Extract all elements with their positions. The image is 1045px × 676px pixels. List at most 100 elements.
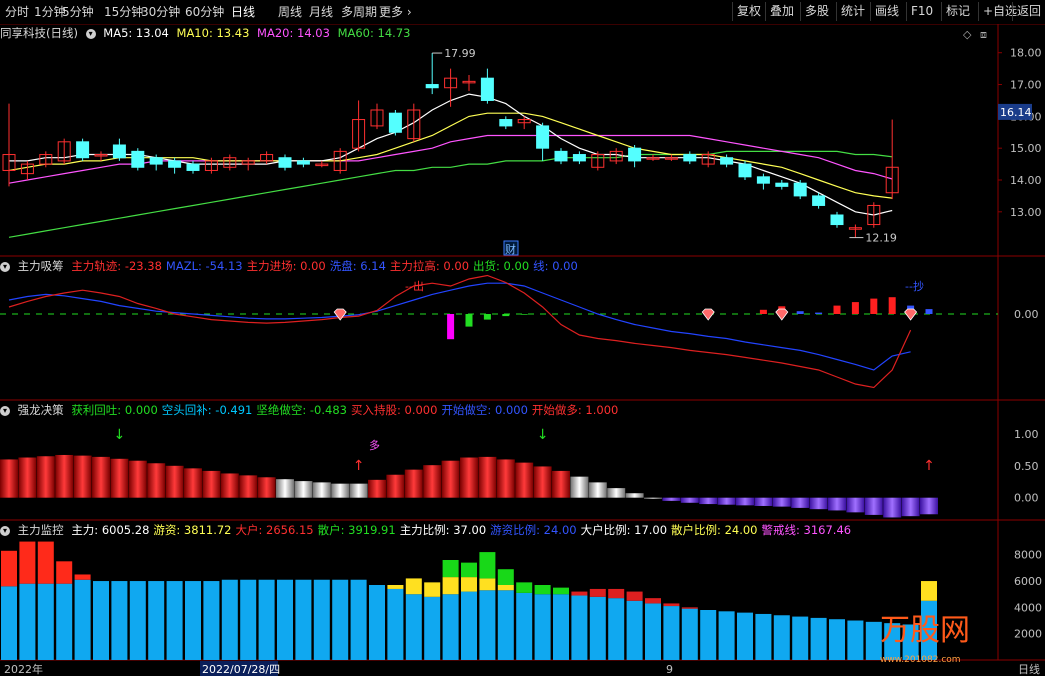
candle [572,154,586,162]
retail-bar [681,608,698,660]
decision-bar [772,497,791,507]
decision-bar [147,463,166,498]
green-bar [461,562,477,578]
retail-bar [497,590,514,660]
large-holder-bar [645,598,661,604]
green-bar [516,582,533,593]
candle [793,182,807,197]
decision-bar [36,456,55,498]
decision-bar [110,458,129,498]
decision-bar [644,497,662,499]
down-arrow: ↓ [537,427,549,443]
candle [278,157,292,168]
hot-money-bar [424,582,441,597]
candle [738,163,752,178]
retail-bar [571,595,588,660]
decision-bar [257,477,276,498]
candle [131,150,145,168]
retail-bar [387,588,404,660]
candle [499,119,513,127]
decision-bar [901,497,920,517]
main-force-bar [19,541,36,584]
large-holder-bar [681,607,698,609]
large-holder-bar [571,591,588,596]
decision-bar [441,460,460,498]
retail-bar [369,585,385,660]
diamond-icon [904,308,918,321]
decision-bar [55,454,74,498]
retail-bar [332,579,349,660]
decision-bar [570,476,589,498]
decision-bar [533,466,552,498]
indicator-bar [796,311,804,314]
candle [683,154,697,162]
chart-area[interactable]: 18.0017.0016.0015.0014.0013.0017.9912.19… [0,0,1045,676]
candle [168,160,182,168]
green-bar [442,560,459,578]
retail-bar [277,579,293,660]
watermark-url: www.201082.com [880,655,961,665]
decision-bar [662,497,681,501]
retail-bar [148,581,165,660]
candle [720,157,734,165]
decision-bar [883,497,902,518]
decision-bar [625,493,644,498]
decision-bar [331,483,350,498]
candle [628,147,642,162]
hot-money-bar [461,577,477,592]
retail-bar [111,581,128,660]
indicator-bar [447,314,455,340]
indicator-bar [759,309,767,314]
axis-label: 1.00 [1014,428,1039,441]
retail-bar [773,615,790,660]
large-holder-bar [663,603,680,607]
decision-bar [202,470,221,498]
large-holder-bar [589,588,606,597]
expand-icon: ⧈ [980,28,987,41]
diamond-icon [775,308,789,321]
indicator-bar [815,312,823,314]
retail-bar [258,579,275,660]
retail-bar [185,581,201,660]
candle [425,84,439,89]
axis-label: 2000 [1014,628,1042,641]
hot-money-bar [497,585,514,591]
indicator-bar [520,314,528,315]
decision-bar [809,497,828,510]
retail-bar [93,581,109,660]
retail-bar [608,598,625,660]
finance-marker-label: 财 [505,242,516,256]
main-force-bar [37,541,54,584]
price-axis-label: 15.00 [1010,142,1042,155]
diamond-icon [701,308,715,321]
candle [812,195,826,206]
retail-bar [663,606,680,660]
indicator-bar [870,298,878,314]
candle [388,112,402,133]
candle [480,77,494,101]
candle [830,214,844,226]
down-arrow: ↓ [114,427,126,443]
hot-money-bar [479,578,496,591]
retail-bar [313,579,330,660]
high-label: 17.99 [444,47,476,60]
retail-bar [516,592,533,660]
sell-marker: --出 [405,279,424,293]
retail-bar [792,616,809,660]
indicator-bar [833,305,841,314]
retail-bar [700,610,717,660]
decision-bar [294,481,313,498]
retail-bar [350,579,367,660]
indicator-bar [925,309,933,314]
green-bar [553,587,569,595]
retail-bar [74,579,91,660]
decision-bar [496,459,515,498]
retail-bar [405,594,422,660]
retail-bar [37,583,54,660]
candle [296,160,310,165]
indicator-bar [465,314,473,327]
decision-bar [386,474,405,498]
candle [186,163,200,171]
main-force-line [8,274,912,389]
mazl-line [8,282,911,371]
